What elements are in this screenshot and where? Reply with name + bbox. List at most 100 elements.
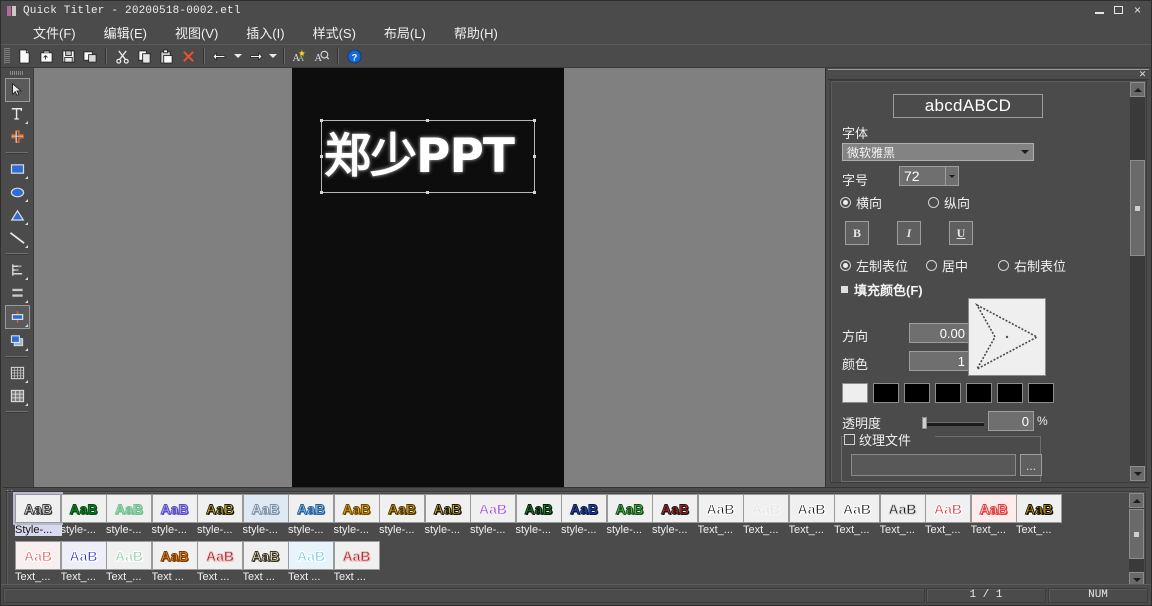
style-thumbnail[interactable]: AaB <box>197 494 243 523</box>
style-gallery-item[interactable]: AaB Text_... <box>925 494 974 536</box>
menu-insert[interactable]: 插入(I) <box>232 21 298 44</box>
align-right-radio[interactable]: 右制表位 <box>998 256 1066 275</box>
style-thumbnail[interactable]: AaB <box>970 494 1017 523</box>
menu-view[interactable]: 视图(V) <box>161 21 232 44</box>
color-swatch-6[interactable] <box>1028 383 1054 403</box>
style-thumbnail[interactable]: AaB <box>15 541 61 570</box>
bold-button[interactable]: B <box>845 221 869 245</box>
style-thumbnail[interactable]: AaB <box>788 494 835 523</box>
style-thumbnail[interactable]: AaB <box>379 494 425 523</box>
color-swatch-5[interactable] <box>997 383 1023 403</box>
font-family-select[interactable]: 微软雅黑 <box>842 143 1034 161</box>
texture-file-checkbox[interactable]: 纹理文件 <box>844 430 911 449</box>
center-object-tool[interactable] <box>4 305 30 329</box>
style-gallery-item[interactable]: AaB style-... <box>242 494 292 536</box>
italic-button[interactable]: I <box>897 221 921 245</box>
style-gallery-item[interactable]: AaB Text_... <box>879 494 929 536</box>
maximize-icon[interactable] <box>1113 5 1124 16</box>
redo-icon[interactable] <box>245 47 265 66</box>
delete-x-icon[interactable] <box>178 47 198 66</box>
undo-dropdown-icon[interactable] <box>231 47 244 66</box>
style-gallery-item[interactable]: AaB style-... <box>606 494 656 536</box>
style-gallery-item[interactable]: AaB Text ... <box>242 541 292 583</box>
underline-button[interactable]: U <box>949 221 973 245</box>
properties-title-bar[interactable]: ✕ <box>828 69 1149 80</box>
style-thumbnail[interactable]: AaB <box>242 494 289 523</box>
orientation-horizontal-radio[interactable]: 横向 <box>840 193 928 212</box>
gradient-preview[interactable] <box>968 298 1046 376</box>
handle-s[interactable] <box>426 191 429 194</box>
menu-style[interactable]: 样式(S) <box>299 21 370 44</box>
style-gallery-item[interactable]: AaB Text ... <box>151 541 201 583</box>
style-thumbnail[interactable]: AaB <box>333 541 380 570</box>
toolbar-grip[interactable] <box>4 48 10 64</box>
help-question-icon[interactable]: ? <box>344 47 364 66</box>
style-gallery-item[interactable]: AaB Text_... <box>1016 494 1065 536</box>
style-gallery-item[interactable]: AaB Text ... <box>288 541 337 583</box>
line-tool[interactable] <box>6 227 29 249</box>
rectangle-tool[interactable] <box>6 158 29 180</box>
handle-nw[interactable] <box>320 119 323 122</box>
style-gallery-item[interactable]: AaB Text ... <box>197 541 246 583</box>
menu-edit[interactable]: 编辑(E) <box>90 21 161 44</box>
open-folder-icon[interactable] <box>36 47 56 66</box>
style-thumbnail[interactable]: AaB <box>606 494 653 523</box>
table-tool[interactable] <box>6 385 29 407</box>
font-size-stepper[interactable]: 72 <box>899 166 959 186</box>
style-thumbnail[interactable]: AaB <box>13 492 63 525</box>
tool-rail-grip[interactable] <box>10 71 24 75</box>
style-gallery-item[interactable]: AaB style-... <box>424 494 474 536</box>
style-wizard-icon[interactable]: AA <box>290 47 310 66</box>
scroll-down-icon[interactable] <box>1130 466 1145 481</box>
style-gallery-item[interactable]: AaB style-... <box>333 494 383 536</box>
style-gallery-item[interactable]: AaB style-... <box>561 494 610 536</box>
new-document-icon[interactable] <box>14 47 34 66</box>
style-thumbnail[interactable]: AaB <box>879 494 926 523</box>
style-gallery-item[interactable]: AaB style-... <box>470 494 519 536</box>
style-gallery-item[interactable]: AaB style-... <box>515 494 565 536</box>
style-thumbnail[interactable]: AaB <box>652 494 698 523</box>
style-thumbnail[interactable]: AaB <box>834 494 880 523</box>
selection-box[interactable] <box>320 119 536 194</box>
align-center-radio[interactable]: 居中 <box>926 256 998 275</box>
redo-dropdown-icon[interactable] <box>266 47 279 66</box>
save-icon[interactable] <box>58 47 78 66</box>
style-gallery-item[interactable]: AaB style-... <box>288 494 337 536</box>
style-gallery-item[interactable]: AaB Text_... <box>834 494 883 536</box>
handle-sw[interactable] <box>320 191 323 194</box>
select-arrow-tool[interactable] <box>4 78 30 102</box>
collapse-box-icon[interactable] <box>841 286 848 293</box>
style-gallery-item[interactable]: AaB style-... <box>197 494 246 536</box>
style-thumbnail[interactable]: AaB <box>106 494 152 523</box>
texture-browse-button[interactable]: ... <box>1020 454 1042 476</box>
style-gallery-item[interactable]: AaB style-... <box>151 494 201 536</box>
style-gallery-item[interactable]: AaB style-... <box>60 494 110 536</box>
arrange-order-tool[interactable] <box>6 330 29 352</box>
canvas-area[interactable]: 郑少PPT <box>34 68 825 487</box>
color-swatch-4[interactable] <box>966 383 992 403</box>
color-swatch-2[interactable] <box>904 383 930 403</box>
style-thumbnail[interactable]: AaB <box>60 494 107 523</box>
style-gallery-item[interactable]: AaB Text ... <box>333 541 383 583</box>
style-gallery-item[interactable]: AaB style-... <box>106 494 155 536</box>
direction-input[interactable]: 0.00 <box>909 323 971 343</box>
style-gallery-item[interactable]: AaB Text_... <box>788 494 838 536</box>
font-lookup-icon[interactable]: A <box>312 47 332 66</box>
style-thumbnail[interactable]: AaB <box>561 494 607 523</box>
style-thumbnail[interactable]: AaB <box>197 541 243 570</box>
text-tool[interactable] <box>6 103 29 125</box>
handle-n[interactable] <box>426 119 429 122</box>
opacity-input[interactable]: 0 <box>988 411 1034 431</box>
scroll-up-icon[interactable] <box>1130 82 1145 97</box>
style-gallery-item[interactable]: AaB Text_... <box>697 494 747 536</box>
style-thumbnail[interactable]: AaB <box>151 541 198 570</box>
paste-icon[interactable] <box>156 47 176 66</box>
menu-file[interactable]: 文件(F) <box>19 21 90 44</box>
gallery-scrollbar[interactable] <box>1129 493 1144 587</box>
gallery-scroll-up-icon[interactable] <box>1129 493 1144 508</box>
font-size-value[interactable]: 72 <box>899 166 946 186</box>
color-count-input[interactable]: 1 <box>909 351 971 371</box>
cut-scissors-icon[interactable] <box>112 47 132 66</box>
canvas-page[interactable]: 郑少PPT <box>292 68 564 487</box>
handle-w[interactable] <box>320 155 323 158</box>
